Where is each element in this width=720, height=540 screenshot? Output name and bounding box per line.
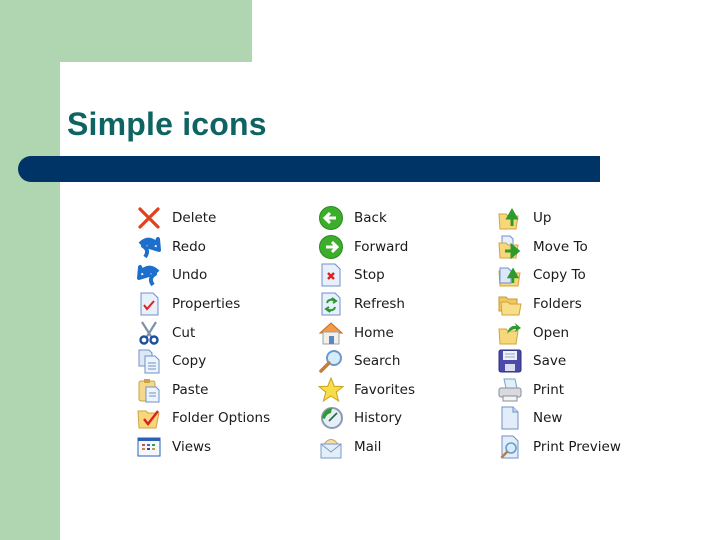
scissors-icon xyxy=(133,320,165,346)
star-icon xyxy=(315,376,347,403)
list-item-copy: Copy xyxy=(133,347,270,376)
list-item-undo: Undo xyxy=(133,261,270,290)
redo-icon xyxy=(133,234,165,260)
properties-icon xyxy=(133,291,165,317)
list-item-print: Print xyxy=(494,376,621,405)
item-label: Views xyxy=(172,439,212,456)
undo-icon xyxy=(133,262,165,288)
item-label: Stop xyxy=(354,267,385,284)
list-item-up: Up xyxy=(494,204,621,233)
new-document-icon xyxy=(494,405,526,431)
item-label: Open xyxy=(533,324,570,341)
item-label: Paste xyxy=(172,381,209,398)
content-corner xyxy=(60,62,100,102)
slide-title: Simple icons xyxy=(67,106,267,142)
item-label: Move To xyxy=(533,238,588,255)
home-icon xyxy=(315,320,347,346)
folder-up-icon xyxy=(494,205,526,231)
item-label: Folder Options xyxy=(172,410,271,427)
item-label: Home xyxy=(354,324,394,341)
list-item-move-to: Move To xyxy=(494,233,621,262)
list-item-favorites: Favorites xyxy=(315,376,415,405)
icon-column-1: Delete Redo Undo Properties Cut Copy Pas… xyxy=(133,204,270,461)
floppy-disk-icon xyxy=(494,348,526,374)
list-item-back: Back xyxy=(315,204,415,233)
accent-panel-left xyxy=(0,0,60,540)
item-label: Properties xyxy=(172,296,241,313)
item-label: Redo xyxy=(172,238,206,255)
icon-column-3: Up Move To Copy To Folders Open Save Pri… xyxy=(494,204,621,461)
item-label: Save xyxy=(533,353,567,370)
item-label: Up xyxy=(533,210,552,227)
folder-options-icon xyxy=(133,405,165,431)
item-label: Search xyxy=(354,353,401,370)
move-to-icon xyxy=(494,234,526,260)
forward-arrow-icon xyxy=(315,234,347,260)
item-label: Undo xyxy=(172,267,208,284)
list-item-folders: Folders xyxy=(494,290,621,319)
item-label: Print xyxy=(533,381,565,398)
title-divider-bar xyxy=(18,156,600,182)
list-item-history: History xyxy=(315,404,415,433)
list-item-cut: Cut xyxy=(133,318,270,347)
item-label: Copy xyxy=(172,353,207,370)
list-item-copy-to: Copy To xyxy=(494,261,621,290)
list-item-open: Open xyxy=(494,318,621,347)
list-item-refresh: Refresh xyxy=(315,290,415,319)
item-label: New xyxy=(533,410,563,427)
copy-to-icon xyxy=(494,262,526,288)
list-item-paste: Paste xyxy=(133,376,270,405)
item-label: Cut xyxy=(172,324,196,341)
item-label: Copy To xyxy=(533,267,586,284)
item-label: Folders xyxy=(533,296,582,313)
list-item-mail: Mail xyxy=(315,433,415,462)
print-preview-icon xyxy=(494,434,526,460)
paste-icon xyxy=(133,377,165,403)
open-folder-icon xyxy=(494,320,526,346)
list-item-home: Home xyxy=(315,318,415,347)
list-item-redo: Redo xyxy=(133,233,270,262)
back-arrow-icon xyxy=(315,205,347,231)
item-label: Mail xyxy=(354,439,382,456)
item-label: Print Preview xyxy=(533,439,621,456)
delete-icon xyxy=(133,205,165,231)
list-item-new: New xyxy=(494,404,621,433)
list-item-stop: Stop xyxy=(315,261,415,290)
list-item-folder-options: Folder Options xyxy=(133,404,270,433)
stop-icon xyxy=(315,262,347,288)
list-item-search: Search xyxy=(315,347,415,376)
history-icon xyxy=(315,405,347,431)
item-label: Delete xyxy=(172,210,217,227)
list-item-save: Save xyxy=(494,347,621,376)
list-item-properties: Properties xyxy=(133,290,270,319)
mail-icon xyxy=(315,434,347,460)
item-label: Favorites xyxy=(354,381,415,398)
list-item-forward: Forward xyxy=(315,233,415,262)
item-label: Back xyxy=(354,210,387,227)
icon-column-2: Back Forward Stop Refresh Home Search Fa… xyxy=(315,204,415,461)
accent-panel-top xyxy=(0,0,252,62)
list-item-delete: Delete xyxy=(133,204,270,233)
folders-icon xyxy=(494,291,526,317)
list-item-print-preview: Print Preview xyxy=(494,433,621,462)
views-icon xyxy=(133,434,165,460)
item-label: Forward xyxy=(354,238,409,255)
item-label: Refresh xyxy=(354,296,405,313)
copy-icon xyxy=(133,348,165,374)
refresh-icon xyxy=(315,291,347,317)
item-label: History xyxy=(354,410,403,427)
list-item-views: Views xyxy=(133,433,270,462)
printer-icon xyxy=(494,377,526,403)
search-icon xyxy=(315,348,347,374)
